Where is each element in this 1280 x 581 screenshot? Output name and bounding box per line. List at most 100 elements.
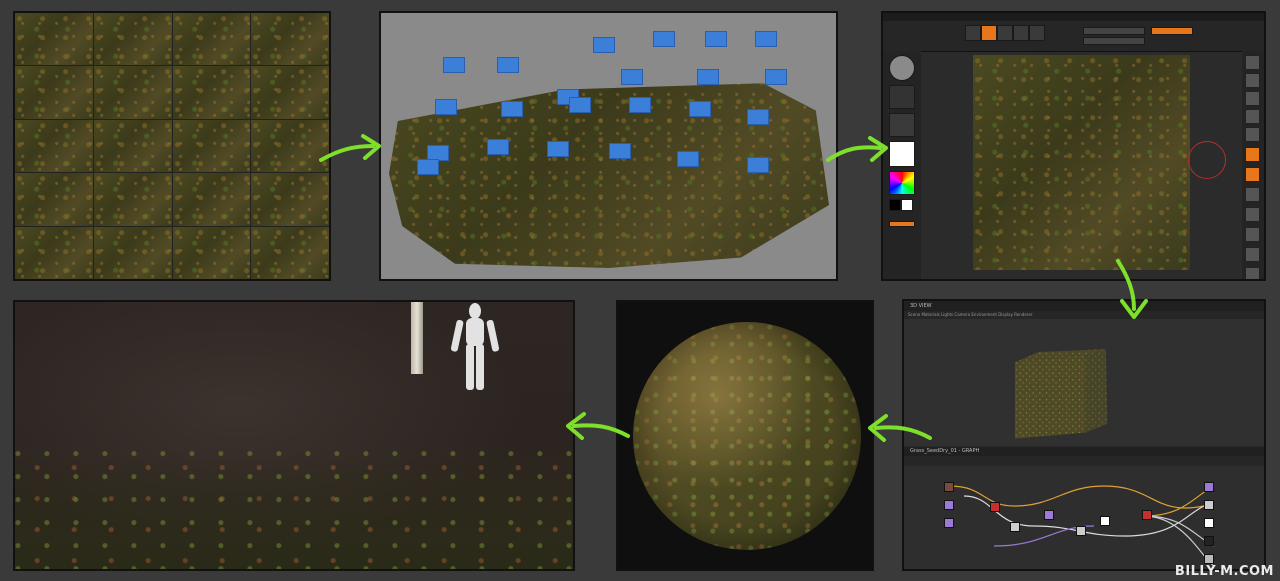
substance-designer-panel: 3D VIEW Scene Materials Lights Camera En…	[902, 299, 1266, 571]
output-node[interactable]	[1204, 500, 1214, 510]
graph-node[interactable]	[1142, 510, 1152, 520]
camera-marker	[697, 69, 719, 85]
output-node[interactable]	[1204, 554, 1214, 564]
draw-button[interactable]	[981, 25, 997, 41]
camera-marker	[487, 139, 509, 155]
graph-toolbar[interactable]	[904, 456, 1264, 466]
camera-marker	[501, 101, 523, 117]
output-node[interactable]	[1204, 536, 1214, 546]
graph-title: Grass_SeedDry_01 - GRAPH	[904, 447, 1264, 456]
material-sphere	[633, 322, 861, 550]
graph-node[interactable]	[944, 518, 954, 528]
slider[interactable]	[1083, 27, 1145, 35]
engine-render-panel	[13, 300, 575, 571]
arrow-down-icon	[1116, 259, 1148, 319]
camera-marker	[689, 101, 711, 117]
right-shelf	[1242, 51, 1264, 279]
camera-marker	[653, 31, 675, 47]
photo-tile	[93, 13, 172, 66]
tool-button[interactable]	[997, 25, 1013, 41]
shelf-icon[interactable]	[1245, 147, 1260, 162]
camera-marker	[417, 159, 439, 175]
camera-marker	[747, 157, 769, 173]
brush-icon[interactable]	[889, 55, 915, 81]
photo-tile	[251, 226, 329, 279]
shelf-icon[interactable]	[1245, 127, 1260, 142]
photo-tile	[93, 173, 172, 226]
color-picker-icon[interactable]	[889, 171, 915, 195]
top-toolbar	[883, 21, 1264, 52]
tool-button[interactable]	[1029, 25, 1045, 41]
watermark: BILLY-M.COM	[1174, 564, 1274, 579]
camera-marker	[547, 141, 569, 157]
material-cube	[1014, 349, 1108, 439]
camera-marker	[621, 69, 643, 85]
arrow-right-icon	[319, 134, 381, 162]
camera-marker	[755, 31, 777, 47]
mannequin-figure	[450, 303, 500, 390]
graph-node[interactable]	[1076, 526, 1086, 536]
photo-grid-panel	[13, 11, 331, 281]
photo-tile	[251, 173, 329, 226]
secondary-color-swatch[interactable]	[901, 199, 913, 211]
view-title: 3D VIEW	[904, 301, 1264, 311]
shelf-icon[interactable]	[1245, 91, 1260, 106]
node-graph[interactable]	[904, 466, 1264, 569]
photo-tile	[93, 66, 172, 119]
output-node[interactable]	[1204, 482, 1214, 492]
photo-tile	[15, 66, 93, 119]
photo-tile	[251, 13, 329, 66]
slider[interactable]	[1083, 37, 1145, 45]
birch-tree	[411, 302, 423, 374]
photo-grid	[15, 13, 329, 279]
tool-button[interactable]	[965, 25, 981, 41]
shelf-icon[interactable]	[1245, 207, 1260, 222]
graph-node[interactable]	[1100, 516, 1110, 526]
3d-viewport[interactable]	[904, 319, 1264, 446]
photogrammetry-panel	[379, 11, 838, 281]
photo-tile	[251, 66, 329, 119]
camera-marker	[443, 57, 465, 73]
photo-tile	[15, 226, 93, 279]
shelf-icon[interactable]	[1245, 227, 1260, 242]
camera-marker	[765, 69, 787, 85]
shelf-icon[interactable]	[1245, 109, 1260, 124]
photo-tile	[15, 173, 93, 226]
photo-tile	[172, 66, 251, 119]
photo-tile	[15, 13, 93, 66]
texture-canvas[interactable]	[973, 55, 1190, 270]
arrow-left-icon	[566, 412, 630, 440]
ground-foliage	[15, 449, 573, 569]
camera-marker	[609, 143, 631, 159]
tool-button[interactable]	[1013, 25, 1029, 41]
zbrush-panel	[881, 11, 1266, 281]
camera-marker	[593, 37, 615, 53]
shelf-icon[interactable]	[1245, 55, 1260, 70]
graph-node[interactable]	[944, 482, 954, 492]
photo-tile	[172, 119, 251, 173]
shelf-icon[interactable]	[1245, 73, 1260, 88]
shelf-icon[interactable]	[1245, 187, 1260, 202]
output-node[interactable]	[1204, 518, 1214, 528]
arrow-right-icon	[826, 136, 888, 162]
camera-marker	[435, 99, 457, 115]
main-color-swatch[interactable]	[889, 199, 901, 211]
arrow-left-icon	[868, 414, 932, 442]
graph-node[interactable]	[1010, 522, 1020, 532]
stroke-icon[interactable]	[889, 85, 915, 109]
material-preview-panel	[616, 300, 874, 571]
shelf-icon[interactable]	[1245, 167, 1260, 182]
toggle-button[interactable]	[889, 221, 915, 227]
photo-tile	[93, 226, 172, 279]
shelf-icon[interactable]	[1245, 267, 1260, 279]
camera-marker	[629, 97, 651, 113]
graph-node[interactable]	[944, 500, 954, 510]
graph-node[interactable]	[1044, 510, 1054, 520]
shelf-icon[interactable]	[1245, 247, 1260, 262]
photo-tile	[172, 13, 251, 66]
slider[interactable]	[1151, 27, 1193, 35]
photo-tile	[15, 119, 93, 173]
graph-node[interactable]	[990, 502, 1000, 512]
photo-tile	[172, 173, 251, 226]
view-menu[interactable]: Scene Materials Lights Camera Environmen…	[904, 311, 1264, 319]
